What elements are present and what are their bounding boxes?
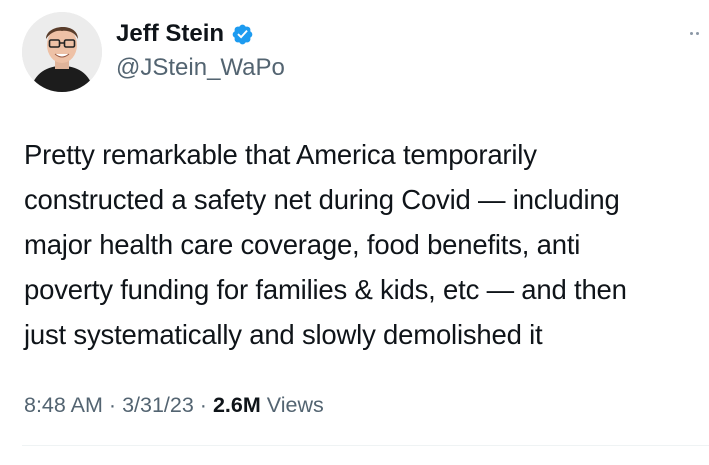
tweet-text: Pretty remarkable that America temporari… <box>24 139 627 350</box>
views-label[interactable]: Views <box>267 390 324 420</box>
author-name-row[interactable]: Jeff Stein <box>116 19 254 49</box>
more-options-icon[interactable] <box>683 22 705 44</box>
meta-separator: · <box>199 393 207 417</box>
person-avatar-icon <box>22 12 102 92</box>
tweet-meta: 8:48 AM · 3/31/23 · 2.6M Views <box>24 390 324 420</box>
tweet-card: Jeff Stein @JStein_WaPo Pretty remarkabl… <box>0 0 709 465</box>
meta-separator: · <box>108 393 117 417</box>
views-count[interactable]: 2.6M <box>213 390 261 420</box>
avatar[interactable] <box>22 12 102 92</box>
tweet-date[interactable]: 3/31/23 <box>122 390 194 420</box>
author-display-name[interactable]: Jeff Stein <box>116 19 224 49</box>
verified-badge-icon[interactable] <box>231 23 254 46</box>
divider <box>22 445 709 446</box>
tweet-time[interactable]: 8:48 AM <box>24 390 103 420</box>
author-handle[interactable]: @JStein_WaPo <box>116 53 285 83</box>
